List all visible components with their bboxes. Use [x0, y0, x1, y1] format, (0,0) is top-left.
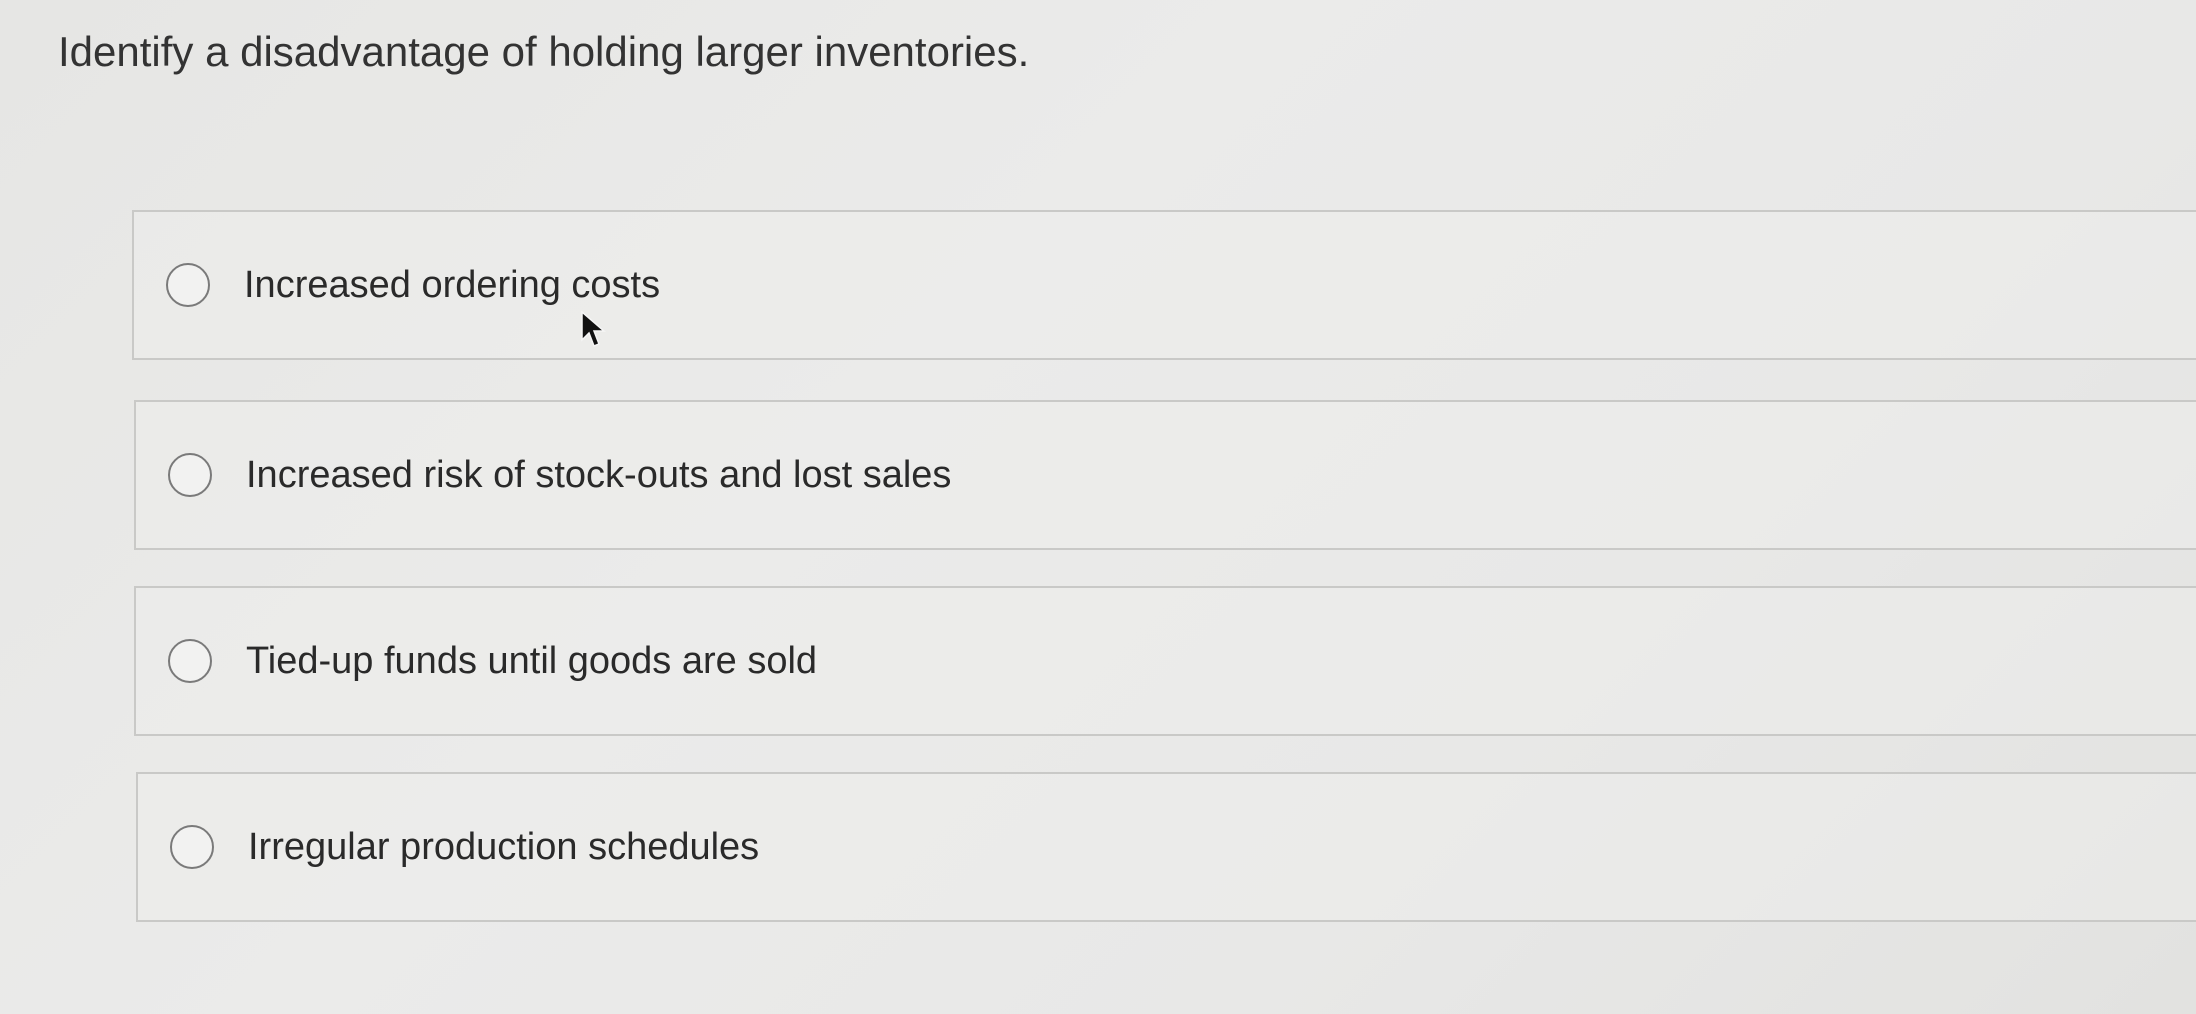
answer-option-2[interactable]: Increased risk of stock-outs and lost sa… [134, 400, 2196, 550]
answer-option-4[interactable]: Irregular production schedules [136, 772, 2196, 922]
answer-options: Increased ordering costs Increased risk … [0, 0, 2196, 1014]
radio-button-1[interactable] [166, 263, 210, 307]
radio-button-4[interactable] [170, 825, 214, 869]
answer-option-2-label: Increased risk of stock-outs and lost sa… [246, 453, 952, 496]
answer-option-4-label: Irregular production schedules [248, 825, 760, 868]
radio-button-2[interactable] [168, 453, 212, 497]
answer-option-3[interactable]: Tied-up funds until goods are sold [134, 586, 2196, 736]
radio-button-3[interactable] [168, 639, 212, 683]
mouse-pointer-icon [581, 310, 606, 347]
answer-option-3-label: Tied-up funds until goods are sold [246, 639, 818, 682]
answer-option-1-label: Increased ordering costs [244, 263, 661, 306]
answer-option-1[interactable]: Increased ordering costs [132, 210, 2196, 360]
